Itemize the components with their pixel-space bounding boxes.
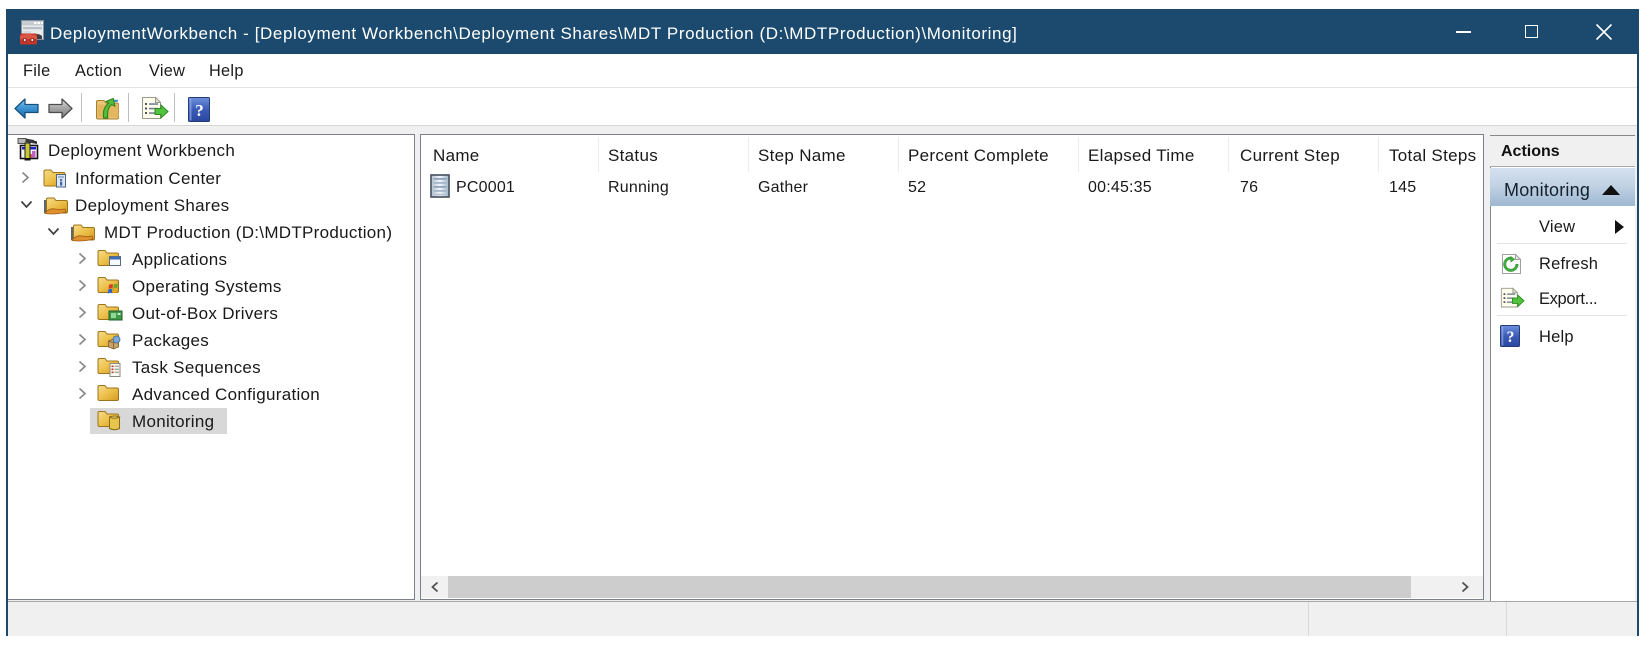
svg-text:?: ? [195, 101, 204, 120]
svg-text:?: ? [1507, 329, 1515, 346]
